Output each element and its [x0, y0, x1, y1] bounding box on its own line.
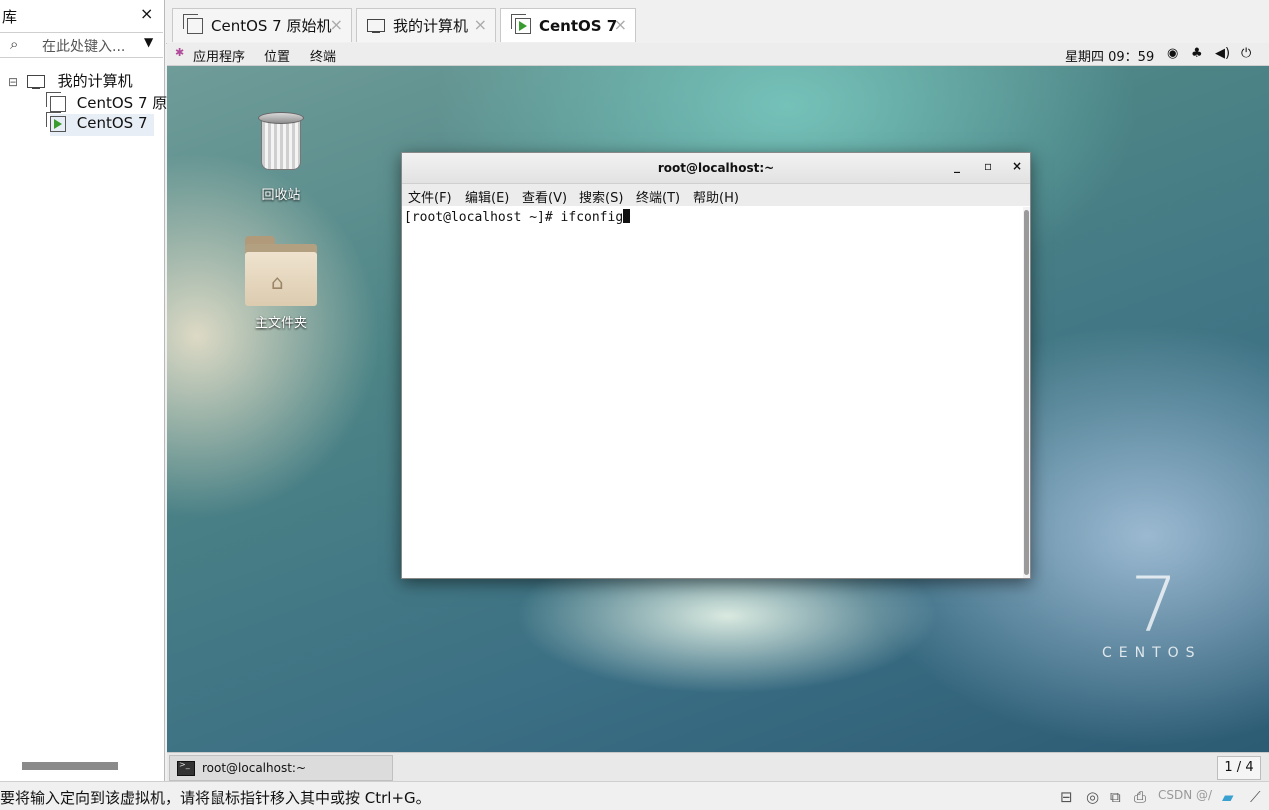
monitor-icon	[26, 75, 45, 89]
hard-disk-icon[interactable]: ⊟	[1060, 788, 1073, 806]
tab-centos-7[interactable]: CentOS 7 ×	[500, 8, 636, 42]
terminal-output[interactable]: [root@localhost ~]# ifconfig	[402, 207, 1022, 578]
menu-help[interactable]: 帮助(H)	[693, 187, 739, 206]
terminal-prompt: [root@localhost ~]#	[404, 210, 561, 225]
menu-edit[interactable]: 编辑(E)	[465, 187, 509, 206]
library-close-button[interactable]: ×	[140, 4, 153, 23]
tree-item-label: CentOS 7	[76, 114, 148, 132]
tree-item-my-computer[interactable]: ⊟ 我的计算机	[8, 70, 133, 92]
terminal-command: ifconfig	[560, 210, 624, 225]
menu-places[interactable]: 位置	[264, 46, 290, 65]
volume-icon[interactable]: ◀)	[1215, 46, 1230, 61]
centos-logo-text: CENTOS	[1102, 645, 1202, 661]
vm-icon	[46, 91, 66, 112]
cd-icon[interactable]: ◎	[1086, 788, 1099, 806]
terminal-titlebar[interactable]: root@localhost:~ _ ▫ ×	[402, 153, 1030, 184]
collapse-icon[interactable]: ⊟	[8, 75, 18, 89]
vm-icon	[183, 13, 203, 34]
menu-terminal[interactable]: 终端(T)	[636, 187, 680, 206]
library-panel: 库 × ⌕ 在此处键入... ▼ ⊟ 我的计算机 CentOS 7 原 Cent…	[0, 0, 168, 781]
tree-item-label: CentOS 7 原	[76, 94, 168, 112]
search-placeholder: 在此处键入...	[42, 39, 126, 55]
resize-grip-icon[interactable]: ⟋	[1250, 788, 1261, 806]
status-message: 要将输入定向到该虚拟机，请将鼠标指针移入其中或按 Ctrl+G。	[0, 789, 431, 807]
scrollbar-thumb[interactable]	[1024, 210, 1029, 575]
terminal-title: root@localhost:~	[657, 161, 775, 175]
home-folder-icon: ⌂	[245, 236, 317, 306]
menu-view[interactable]: 查看(V)	[522, 187, 567, 206]
vm-running-icon	[511, 13, 531, 34]
taskbar-item-terminal[interactable]: root@localhost:~	[169, 755, 393, 781]
tree-item-centos-original[interactable]: CentOS 7 原	[46, 91, 168, 114]
library-title: 库	[2, 8, 18, 26]
minimize-button[interactable]: _	[954, 159, 960, 173]
guest-top-bar: ✱ 应用程序 位置 终端 星期四 09：59 ◉ ♣ ◀) ⏻	[167, 43, 1269, 66]
desktop-icon-label: 主文件夹	[254, 316, 307, 331]
terminal-window[interactable]: root@localhost:~ _ ▫ × 文件(F) 编辑(E) 查看(V)…	[401, 152, 1031, 579]
workspace-pager[interactable]: 1 / 4	[1217, 756, 1261, 780]
power-icon[interactable]: ⏻	[1241, 46, 1251, 61]
printer-icon[interactable]: ⎙	[1134, 788, 1146, 806]
terminal-icon	[177, 760, 195, 776]
trash-icon	[258, 112, 304, 170]
display-icon[interactable]: ▰	[1222, 788, 1234, 806]
guest-taskbar: root@localhost:~ 1 / 4	[167, 752, 1269, 782]
clock[interactable]: 星期四 09：59	[1065, 46, 1154, 65]
network-icon[interactable]: ♣	[1191, 46, 1203, 61]
vm-running-icon	[46, 111, 66, 132]
network-adapter-icon[interactable]: ⧉	[1110, 788, 1121, 806]
watermark: CSDN @/	[1158, 788, 1213, 802]
tree-item-centos-7[interactable]: CentOS 7	[46, 111, 154, 136]
tab-my-computer[interactable]: 我的计算机 ×	[356, 8, 496, 42]
centos-logo-number: 7	[1130, 560, 1179, 649]
search-icon: ⌕	[10, 35, 19, 53]
desktop-icon-home-folder[interactable]: ⌂ 主文件夹	[231, 236, 331, 331]
library-scrollbar[interactable]	[22, 762, 118, 770]
tab-bar: CentOS 7 原始机 × 我的计算机 × CentOS 7 ×	[166, 0, 1269, 44]
status-bar: 要将输入定向到该虚拟机，请将鼠标指针移入其中或按 Ctrl+G。 ⊟ ◎ ⧉ ⎙…	[0, 781, 1269, 810]
tab-centos-original[interactable]: CentOS 7 原始机 ×	[172, 8, 352, 42]
terminal-line: [root@localhost ~]# ifconfig	[404, 209, 631, 225]
tab-close-button[interactable]: ×	[330, 15, 343, 34]
menu-terminal[interactable]: 终端	[310, 46, 336, 65]
tab-label: CentOS 7 原始机	[211, 17, 332, 35]
desktop-icon-label: 回收站	[261, 188, 301, 203]
menu-search[interactable]: 搜索(S)	[579, 187, 623, 206]
apps-icon: ✱	[175, 46, 185, 59]
taskbar-item-label: root@localhost:~	[202, 761, 307, 775]
chevron-down-icon[interactable]: ▼	[144, 35, 153, 49]
terminal-scrollbar[interactable]	[1023, 207, 1030, 578]
tab-label: CentOS 7	[539, 16, 618, 35]
maximize-button[interactable]: ▫	[984, 159, 992, 173]
close-button[interactable]: ×	[1012, 159, 1022, 173]
desktop-icon-trash[interactable]: 回收站	[231, 112, 331, 203]
record-icon[interactable]: ◉	[1167, 46, 1178, 61]
tab-close-button[interactable]: ×	[474, 15, 487, 34]
tab-label: 我的计算机	[393, 17, 469, 35]
menu-applications[interactable]: 应用程序	[193, 46, 245, 65]
library-search-input[interactable]: ⌕ 在此处键入... ▼	[0, 32, 163, 58]
tab-close-button[interactable]: ×	[614, 15, 627, 34]
text-cursor	[623, 209, 631, 223]
monitor-icon	[367, 19, 385, 33]
terminal-menubar: 文件(F) 编辑(E) 查看(V) 搜索(S) 终端(T) 帮助(H)	[402, 184, 1030, 206]
menu-file[interactable]: 文件(F)	[408, 187, 452, 206]
tree-item-label: 我的计算机	[57, 72, 133, 90]
